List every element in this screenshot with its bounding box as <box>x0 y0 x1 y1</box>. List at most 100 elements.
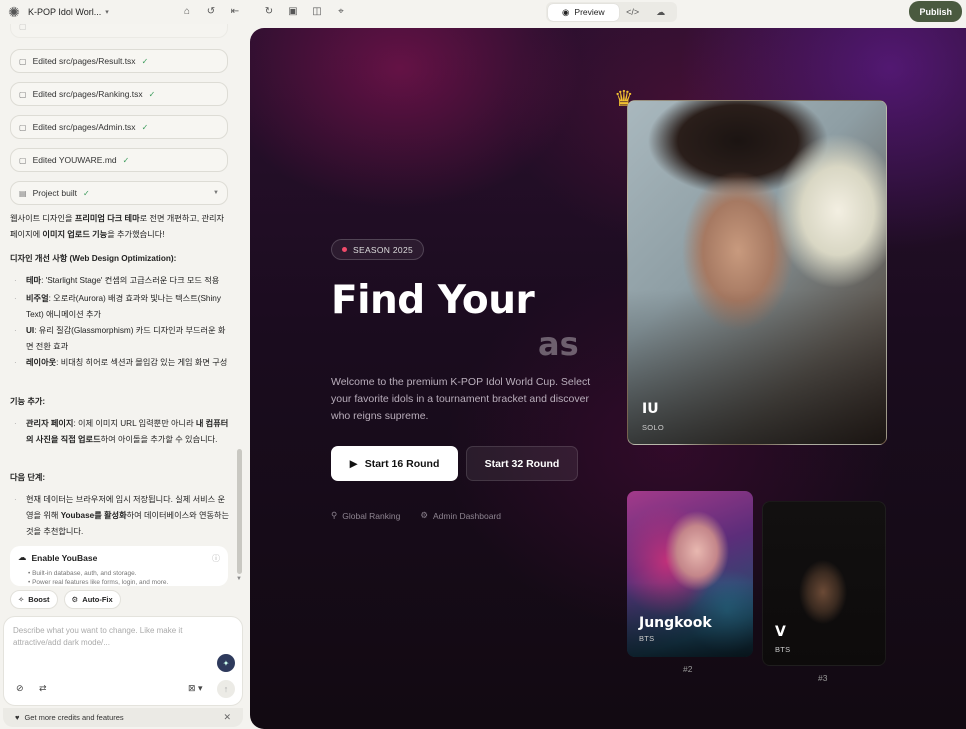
idol-card-2[interactable]: Jungkook BTS <box>627 491 753 657</box>
idol-name: V <box>775 624 786 640</box>
file-card-result[interactable]: ▢ Edited src/pages/Result.tsx ✓ <box>10 49 228 73</box>
info-icon[interactable]: ⓘ <box>212 553 220 564</box>
youbase-features: Built-in database, auth, and storage. Po… <box>18 569 220 586</box>
status-dot-icon <box>342 247 347 252</box>
project-built-card[interactable]: ▤ Project built ✓ ▼ <box>10 181 228 205</box>
code-icon[interactable]: </> <box>619 4 647 21</box>
file-card-admin[interactable]: ▢ Edited src/pages/Admin.tsx ✓ <box>10 115 228 139</box>
file-card-previous[interactable]: ▢ <box>10 24 228 38</box>
design-item: 테마: 'Starlight Stage' 컨셉의 고급스러운 다크 모드 적용 <box>14 273 230 289</box>
file-card-ranking[interactable]: ▢ Edited src/pages/Ranking.tsx ✓ <box>10 82 228 106</box>
feature-item: 관리자 페이지: 이제 이미지 URL 입력뿐만 아니라 내 컴퓨터의 사진을 … <box>14 416 230 448</box>
heart-icon: ♥ <box>15 713 20 722</box>
file-icon: ▢ <box>19 155 27 165</box>
chevron-down-icon: ▼ <box>213 190 219 196</box>
auto-fix-button[interactable]: ⚙ Auto-Fix <box>63 590 121 609</box>
design-item: UI: 유리 질감(Glassmorphism) 카드 디자인과 부드러운 화면… <box>14 323 230 355</box>
project-title: K-POP Idol Worl... <box>28 7 102 17</box>
global-ranking-label: Global Ranking <box>342 510 401 521</box>
file-icon: ▢ <box>19 122 27 132</box>
scroll-down-icon[interactable]: ▼ <box>236 576 242 582</box>
file-card-label: Edited YOUWARE.md <box>32 155 117 165</box>
chat-scrollbar[interactable] <box>237 449 242 574</box>
file-icon: ▢ <box>19 24 27 31</box>
auto-fix-label: Auto-Fix <box>82 595 113 604</box>
season-badge: SEASON 2025 <box>331 239 424 260</box>
list-item: Built-in database, auth, and storage. <box>28 569 220 578</box>
enable-youbase-card[interactable]: ☁ Enable YouBase ⓘ Built-in database, au… <box>10 546 228 586</box>
next-item: 현재 데이터는 브라우저에 임시 저장됩니다. 실제 서비스 운영을 위해 Yo… <box>14 492 230 540</box>
youbase-title-text: Enable YouBase <box>31 552 98 563</box>
hero-title-animated: as <box>538 325 579 363</box>
boost-button[interactable]: ✧ Boost <box>10 590 58 609</box>
refresh-icon[interactable]: ↻ <box>262 4 276 18</box>
model-selector-icon[interactable]: ⊠ ▾ <box>188 683 203 694</box>
idol-group: BTS <box>639 634 655 643</box>
assistant-intro: 웹사이트 디자인을 프리미엄 다크 테마로 전면 개편하고, 관리자 페이지에 … <box>10 214 225 239</box>
credits-banner[interactable]: ♥ Get more credits and features ✕ <box>3 708 243 727</box>
idol-name: Jungkook <box>639 615 712 631</box>
play-icon: ▶ <box>349 457 358 470</box>
tab-preview[interactable]: ◉ Preview <box>548 3 619 21</box>
cloud-icon: ☁ <box>18 552 27 562</box>
project-built-label: Project built <box>32 188 77 198</box>
panel-layout-icon[interactable]: ◫ <box>310 4 324 18</box>
preview-frame: SEASON 2025 Find Your as Welcome to the … <box>250 28 966 729</box>
sparkle-icon: ✧ <box>18 595 25 604</box>
settings-sliders-icon[interactable]: ⇄ <box>39 683 47 694</box>
idol-group: BTS <box>775 645 791 654</box>
send-button[interactable]: ↑ <box>217 680 235 698</box>
close-icon[interactable]: ✕ <box>223 712 231 723</box>
design-item: 레이아웃: 비대칭 히어로 섹션과 몰입감 있는 게임 화면 구성 <box>14 355 230 371</box>
file-card-youware[interactable]: ▢ Edited YOUWARE.md ✓ <box>10 148 228 172</box>
credits-label: Get more credits and features <box>24 713 124 722</box>
file-icon: ▢ <box>19 89 27 99</box>
cloud-icon[interactable]: ☁ <box>647 4 675 21</box>
file-card-label: Edited src/pages/Ranking.tsx <box>32 89 143 99</box>
list-item: Power real features like forms, login, a… <box>28 578 220 586</box>
global-ranking-link[interactable]: ⚲ Global Ranking <box>331 510 400 521</box>
design-heading: 디자인 개선 사항 (Web Design Optimization): <box>10 254 177 263</box>
gear-icon: ⚙ <box>71 595 79 604</box>
select-element-icon[interactable]: ⌖ <box>334 4 348 18</box>
design-item: 비주얼: 오로라(Aurora) 배경 효과와 빛나는 텍스트(Shiny Te… <box>14 291 230 323</box>
chat-composer[interactable]: Describe what you want to change. Like m… <box>3 616 243 706</box>
collapse-sidebar-icon[interactable]: ⇤ <box>228 4 242 18</box>
idol-card-3[interactable]: V BTS <box>762 501 886 666</box>
view-tabs: ◉ Preview </> ☁ <box>546 2 677 22</box>
file-card-label: Edited src/pages/Admin.tsx <box>32 122 136 132</box>
check-icon: ✓ <box>122 155 130 165</box>
check-icon: ✓ <box>141 56 149 66</box>
gear-icon: ⚙ <box>420 510 428 520</box>
rank-label: #2 <box>683 664 693 674</box>
admin-dashboard-link[interactable]: ⚙ Admin Dashboard <box>420 510 501 521</box>
history-icon[interactable]: ↺ <box>204 4 218 18</box>
chevron-down-icon: ▾ <box>105 9 109 16</box>
feature-heading: 기능 추가: <box>10 397 46 406</box>
top-bar: ✺ K-POP Idol Worl... ▾ ⌂ ↺ ⇤ ↻ ▣ ◫ ⌖ ◉ P… <box>0 0 966 24</box>
composer-input[interactable]: Describe what you want to change. Like m… <box>13 625 213 649</box>
file-card-label: Edited src/pages/Result.tsx <box>32 56 136 66</box>
chat-scroll-area[interactable]: ▢ ▢ Edited src/pages/Result.tsx ✓ ▢ Edit… <box>0 24 250 590</box>
ai-model-icon[interactable]: ✦ <box>217 654 235 672</box>
attach-icon[interactable]: ⊘ <box>16 683 24 694</box>
eye-icon: ◉ <box>562 6 570 17</box>
season-label: SEASON 2025 <box>353 244 413 255</box>
project-title-dropdown[interactable]: K-POP Idol Worl... ▾ <box>28 7 109 17</box>
admin-dashboard-label: Admin Dashboard <box>432 510 502 521</box>
publish-button[interactable]: Publish <box>909 1 962 22</box>
app-logo-icon[interactable]: ✺ <box>6 4 22 20</box>
rank-label: #3 <box>818 673 828 683</box>
idol-card-1[interactable]: IU SOLO <box>627 100 887 445</box>
chat-panel: ▢ ▢ Edited src/pages/Result.tsx ✓ ▢ Edit… <box>0 24 250 729</box>
start-32-round-button[interactable]: Start 32 Round <box>466 446 578 481</box>
tab-preview-label: Preview <box>574 7 605 17</box>
hero-description: Welcome to the premium K-POP Idol World … <box>331 376 591 422</box>
user-icon: ⚲ <box>331 510 338 520</box>
start-16-round-button[interactable]: ▶ Start 16 Round <box>331 446 458 481</box>
home-icon[interactable]: ⌂ <box>180 4 194 18</box>
image-icon[interactable]: ▣ <box>286 4 300 18</box>
idol-group: SOLO <box>642 423 665 432</box>
check-icon: ✓ <box>148 89 156 99</box>
hero-title: Find Your <box>331 278 535 323</box>
